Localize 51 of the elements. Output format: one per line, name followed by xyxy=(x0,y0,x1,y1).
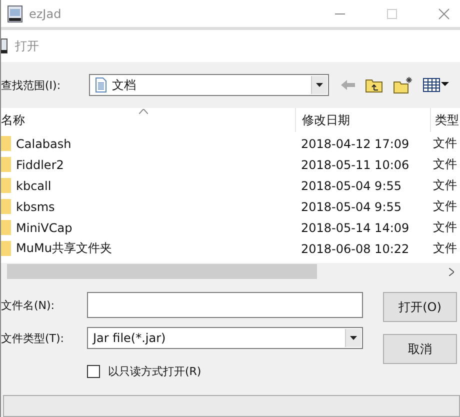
up-folder-icon[interactable] xyxy=(365,77,383,93)
open-button[interactable]: 打开(O) xyxy=(383,292,457,322)
file-type-label: 文件类型(T): xyxy=(1,330,66,346)
modified-date: 2018-05-04 9:55 xyxy=(300,178,402,192)
folder-icon xyxy=(1,220,11,235)
folder-icon xyxy=(1,199,11,214)
folder-icon xyxy=(1,157,11,172)
sort-caret-icon xyxy=(139,109,148,114)
close-icon[interactable] xyxy=(438,8,450,20)
dialog-title: 打开 xyxy=(15,38,39,54)
file-type: 文件 xyxy=(432,156,457,173)
file-name[interactable]: Fiddler2 xyxy=(16,158,295,172)
column-header[interactable]: 修改日期 xyxy=(296,108,431,132)
read-only-label: 以只读方式打开(R) xyxy=(108,364,202,379)
file-name[interactable]: Calabash xyxy=(16,136,295,150)
view-menu-icon[interactable] xyxy=(423,78,449,92)
file-name[interactable]: MiniVCap xyxy=(16,220,295,234)
column-header[interactable]: 类型 xyxy=(431,112,459,128)
column-header[interactable]: 名称 xyxy=(1,108,296,132)
dialog-icon xyxy=(1,38,9,54)
file-type: 文件 xyxy=(432,135,457,152)
modified-date: 2018-05-11 10:06 xyxy=(300,158,410,172)
look-in-dropdown[interactable]: 文档 xyxy=(89,74,329,96)
file-type: 文件 xyxy=(432,198,457,215)
app-icon xyxy=(7,4,23,22)
cancel-button[interactable]: 取消 xyxy=(383,334,457,364)
modified-date: 2018-05-04 9:55 xyxy=(300,200,402,214)
file-name[interactable]: kbcall xyxy=(16,178,295,192)
horizontal-scrollbar[interactable] xyxy=(1,263,460,280)
file-name-label: 文件名(N): xyxy=(1,298,56,312)
file-type: 文件 xyxy=(432,177,457,194)
file-name[interactable]: MuMu共享文件夹 xyxy=(16,240,295,257)
modified-date: 2018-05-14 14:09 xyxy=(300,220,410,234)
modified-date: 2018-04-12 17:09 xyxy=(300,136,410,150)
look-in-label: 查找范围(I): xyxy=(1,78,62,92)
dropdown-arrow-icon xyxy=(316,83,323,87)
file-type-dropdown[interactable]: Jar file(*.jar) xyxy=(87,327,363,349)
dropdown-arrow-icon xyxy=(350,336,357,340)
file-name-field[interactable] xyxy=(87,292,363,318)
scroll-right-icon[interactable] xyxy=(449,268,454,276)
new-folder-icon[interactable] xyxy=(393,76,413,94)
window-title: ezJad xyxy=(29,6,62,20)
folder-icon xyxy=(1,136,11,151)
read-only-checkbox[interactable] xyxy=(87,365,100,378)
file-name[interactable]: kbsms xyxy=(16,200,295,214)
folder-icon xyxy=(1,178,11,193)
file-type: 文件 xyxy=(432,240,457,257)
folder-icon xyxy=(1,241,11,256)
modified-date: 2018-06-08 10:22 xyxy=(300,242,410,256)
document-icon xyxy=(95,77,107,93)
file-type: 文件 xyxy=(432,219,457,236)
